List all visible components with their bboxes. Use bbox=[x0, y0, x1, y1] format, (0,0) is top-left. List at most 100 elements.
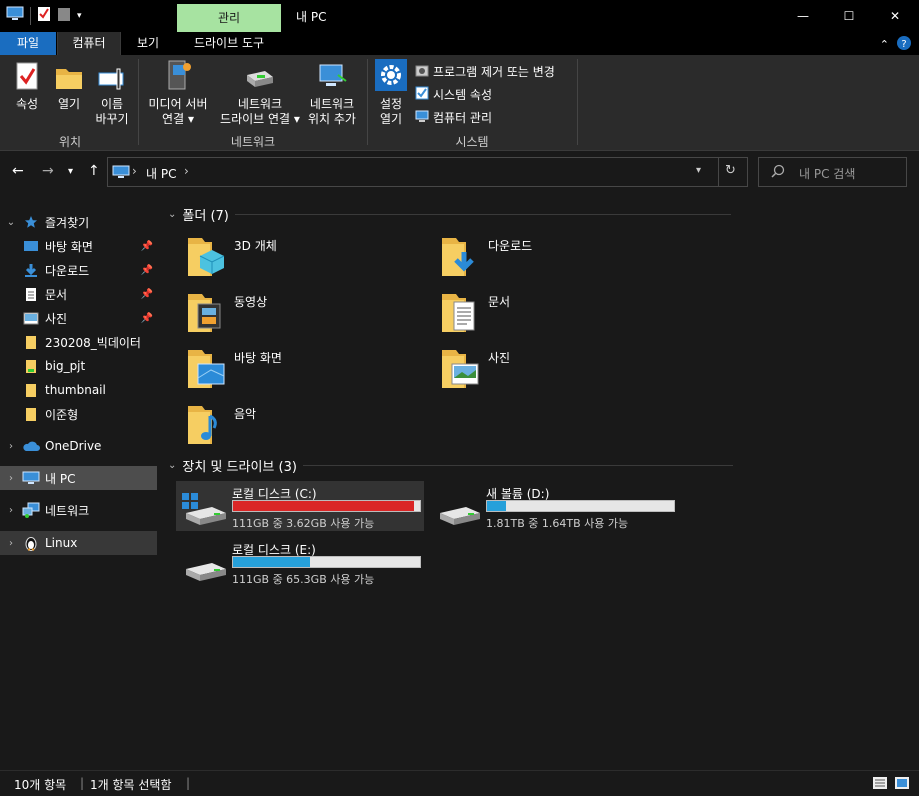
media-server-button[interactable]: 미디어 서버 연결 ▾ bbox=[144, 59, 212, 127]
drive-e[interactable]: 로컬 디스크 (E:) 111GB 중 65.3GB 사용 가능 bbox=[176, 537, 424, 587]
pc-icon[interactable] bbox=[6, 6, 24, 25]
media-server-icon bbox=[163, 59, 193, 95]
star-icon bbox=[22, 215, 40, 229]
help-icon[interactable]: ? bbox=[897, 36, 911, 53]
maximize-button[interactable]: ☐ bbox=[826, 0, 872, 32]
new-folder-icon[interactable] bbox=[57, 6, 71, 25]
this-pc-label: 내 PC bbox=[45, 471, 76, 486]
desktop-folder-icon bbox=[186, 346, 226, 393]
address-bar[interactable]: › 내 PC › ▾ ↻ bbox=[107, 157, 748, 187]
desktop-icon bbox=[22, 240, 40, 253]
sidebar-item-folder[interactable]: thumbnail bbox=[0, 378, 157, 402]
folder-pictures[interactable]: 사진 bbox=[440, 346, 510, 393]
sidebar-item-this-pc[interactable]: › 내 PC bbox=[0, 466, 157, 490]
section-divider bbox=[302, 465, 733, 466]
breadcrumb-chevron-icon[interactable]: › bbox=[184, 164, 189, 178]
expanded-chevron-icon[interactable]: ⌄ bbox=[168, 209, 176, 220]
folder-documents[interactable]: 문서 bbox=[440, 290, 510, 337]
map-network-drive-button[interactable]: 네트워크 드라이브 연결 ▾ bbox=[214, 61, 306, 127]
properties-button[interactable]: 속성 bbox=[8, 61, 46, 112]
tab-file[interactable]: 파일 bbox=[0, 32, 56, 55]
pc-icon bbox=[112, 165, 130, 182]
rename-button[interactable]: 이름 바꾸기 bbox=[92, 61, 132, 127]
details-view-icon[interactable] bbox=[873, 776, 887, 793]
collapsed-chevron-icon[interactable]: › bbox=[0, 538, 22, 549]
folder-videos[interactable]: 동영상 bbox=[186, 290, 267, 337]
forward-arrow-icon[interactable]: → bbox=[42, 163, 54, 179]
pin-icon[interactable]: 📌 bbox=[141, 265, 153, 276]
map-drive-label-2: 드라이브 연결 ▾ bbox=[220, 112, 300, 126]
linux-label: Linux bbox=[45, 536, 78, 550]
tab-drive-tools[interactable]: 드라이브 도구 bbox=[177, 32, 281, 55]
sidebar-item-quick-access[interactable]: ⌄ 즐겨찾기 bbox=[0, 210, 157, 234]
folder-label: 문서 bbox=[488, 295, 511, 309]
svg-text:?: ? bbox=[901, 39, 906, 50]
sidebar-item-folder[interactable]: 이준형 bbox=[0, 402, 157, 426]
expanded-chevron-icon[interactable]: ⌄ bbox=[0, 217, 22, 228]
sidebar-item-desktop[interactable]: 바탕 화면 📌 bbox=[0, 234, 157, 258]
manage-context-tab[interactable]: 관리 bbox=[177, 4, 281, 32]
documents-folder-icon bbox=[440, 290, 480, 337]
search-box[interactable]: 내 PC 검색 bbox=[758, 157, 907, 187]
expanded-chevron-icon[interactable]: ⌄ bbox=[168, 460, 176, 471]
add-network-location-button[interactable]: 네트워크 위치 추가 bbox=[304, 61, 360, 127]
sidebar-item-pictures[interactable]: 사진 📌 bbox=[0, 306, 157, 330]
refresh-icon[interactable]: ↻ bbox=[725, 163, 736, 178]
minimize-button[interactable]: — bbox=[780, 0, 826, 32]
recent-locations-chevron-icon[interactable]: ▾ bbox=[68, 166, 73, 177]
settings-label-1: 설정 bbox=[379, 97, 403, 111]
collapse-ribbon-icon[interactable]: ⌃ bbox=[880, 38, 889, 51]
ribbon-controls: ⌃ ? bbox=[880, 36, 911, 53]
drives-section-header[interactable]: ⌄ 장치 및 드라이브 (3) bbox=[168, 456, 733, 475]
pin-icon[interactable]: 📌 bbox=[141, 289, 153, 300]
network-label: 네트워크 bbox=[45, 503, 90, 518]
folder-icon bbox=[22, 407, 40, 422]
properties-icon[interactable] bbox=[37, 6, 51, 25]
drive-usage-bar bbox=[232, 556, 421, 568]
ribbon-tab-strip: 파일 컴퓨터 보기 드라이브 도구 ⌃ ? bbox=[0, 32, 919, 55]
sidebar-item-folder[interactable]: 230208_빅데이터 bbox=[0, 330, 157, 354]
breadcrumb-current[interactable]: 내 PC bbox=[146, 165, 176, 182]
drive-c[interactable]: 로컬 디스크 (C:) 111GB 중 3.62GB 사용 가능 bbox=[176, 481, 424, 531]
status-separator: | bbox=[186, 776, 191, 790]
folder-label: 바탕 화면 bbox=[234, 351, 282, 365]
up-arrow-icon[interactable]: ↑ bbox=[88, 163, 100, 179]
address-dropdown-icon[interactable]: ▾ bbox=[696, 165, 701, 176]
rename-icon bbox=[97, 65, 127, 95]
folder-icon bbox=[22, 359, 40, 374]
folder-label: 3D 개체 bbox=[234, 239, 277, 253]
search-icon bbox=[771, 164, 785, 181]
pictures-folder-icon bbox=[440, 346, 480, 393]
close-button[interactable]: ✕ bbox=[872, 0, 918, 32]
sidebar-item-folder[interactable]: big_pjt bbox=[0, 354, 157, 378]
sidebar-item-network[interactable]: › 네트워크 bbox=[0, 498, 157, 522]
pin-icon[interactable]: 📌 bbox=[141, 313, 153, 324]
back-arrow-icon[interactable]: ← bbox=[12, 163, 24, 179]
folder-desktop[interactable]: 바탕 화면 bbox=[186, 346, 282, 393]
customize-dropdown-icon[interactable]: ▾ bbox=[77, 11, 82, 21]
breadcrumb-chevron-icon[interactable]: › bbox=[132, 164, 137, 178]
folder-downloads[interactable]: 다운로드 bbox=[440, 234, 532, 281]
large-icons-view-icon[interactable] bbox=[895, 776, 909, 793]
collapsed-chevron-icon[interactable]: › bbox=[0, 473, 22, 484]
sidebar-item-onedrive[interactable]: › OneDrive bbox=[0, 434, 157, 458]
group-system-label: 시스템 bbox=[455, 135, 489, 149]
tab-computer[interactable]: 컴퓨터 bbox=[57, 32, 121, 55]
tab-view[interactable]: 보기 bbox=[122, 32, 174, 55]
sidebar-item-documents[interactable]: 문서 📌 bbox=[0, 282, 157, 306]
open-button[interactable]: 열기 bbox=[50, 61, 88, 112]
collapsed-chevron-icon[interactable]: › bbox=[0, 505, 22, 516]
drive-d[interactable]: 새 볼륨 (D:) 1.81TB 중 1.64TB 사용 가능 bbox=[430, 481, 678, 531]
uninstall-program-button[interactable]: 프로그램 제거 또는 변경 bbox=[415, 63, 555, 80]
sidebar-item-downloads[interactable]: 다운로드 📌 bbox=[0, 258, 157, 282]
sidebar-item-linux[interactable]: › Linux bbox=[0, 531, 157, 555]
open-settings-button[interactable]: 설정 열기 bbox=[372, 59, 410, 127]
folder-music[interactable]: 음악 bbox=[186, 402, 256, 449]
sidebar-item-label: 사진 bbox=[45, 311, 68, 326]
folders-section-header[interactable]: ⌄ 폴더 (7) bbox=[168, 205, 731, 224]
system-properties-button[interactable]: 시스템 속성 bbox=[415, 86, 492, 103]
computer-management-button[interactable]: 컴퓨터 관리 bbox=[415, 109, 492, 126]
folder-3d-objects[interactable]: 3D 개체 bbox=[186, 234, 277, 281]
pin-icon[interactable]: 📌 bbox=[141, 241, 153, 252]
collapsed-chevron-icon[interactable]: › bbox=[0, 441, 22, 452]
